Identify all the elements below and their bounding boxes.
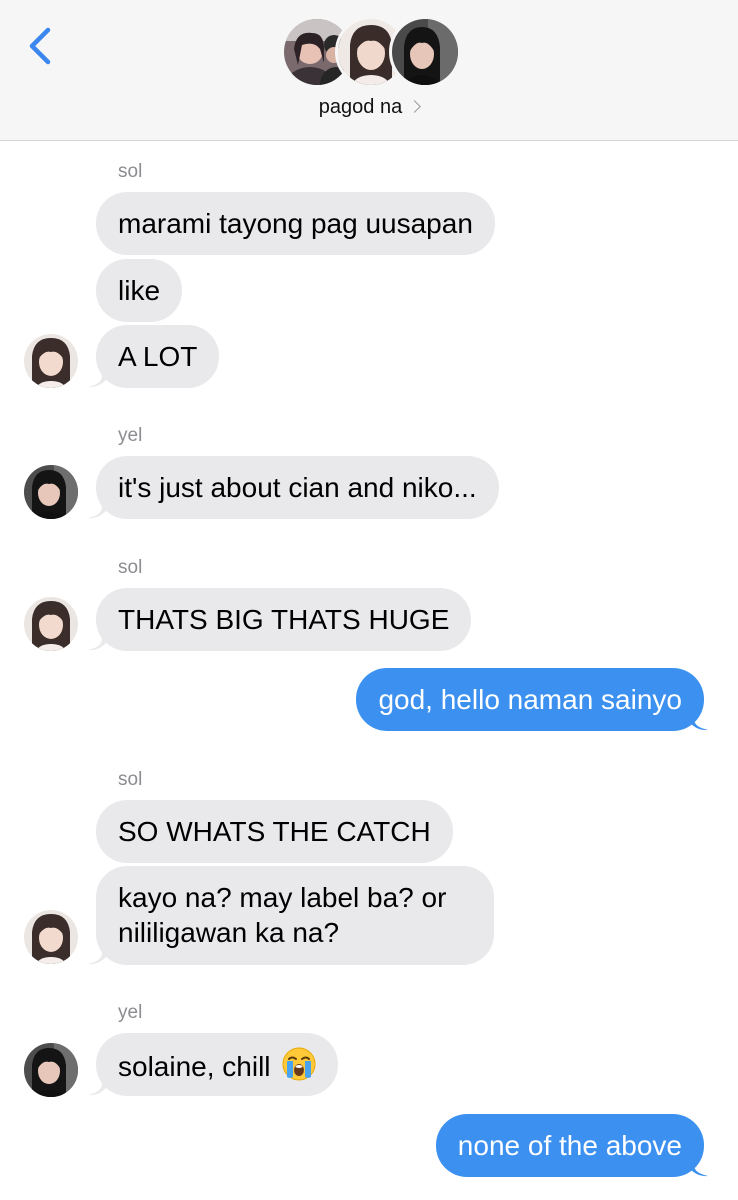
chevron-right-icon bbox=[408, 100, 422, 113]
message-text: solaine, chill bbox=[118, 1051, 271, 1082]
message-bubble-incoming[interactable]: kayo na? may label ba? or nililigawan ka… bbox=[96, 866, 494, 965]
sender-label: sol bbox=[118, 161, 143, 182]
message-text: marami tayong pag uusapan bbox=[118, 208, 473, 239]
message-bubble-incoming[interactable]: marami tayong pag uusapan bbox=[96, 192, 495, 255]
message-bubble-incoming[interactable]: like bbox=[96, 259, 183, 322]
group-name-button[interactable]: pagod na bbox=[0, 96, 738, 119]
avatar-yel[interactable] bbox=[24, 1043, 78, 1097]
back-button[interactable] bbox=[22, 22, 62, 70]
avatar-sol[interactable] bbox=[24, 910, 78, 964]
message-text: A LOT bbox=[118, 341, 198, 372]
message-text: THATS BIG THATS HUGE bbox=[118, 604, 450, 635]
group-member-avatar bbox=[389, 16, 461, 88]
sender-label: sol bbox=[118, 769, 143, 790]
message-text: like bbox=[118, 275, 161, 306]
message-bubble-outgoing[interactable]: god, hello naman sainyo bbox=[356, 668, 704, 731]
message-text: it's just about cian and niko... bbox=[118, 472, 477, 503]
message-bubble-incoming[interactable]: SO WHATS THE CATCH bbox=[96, 800, 453, 863]
group-name-label: pagod na bbox=[318, 96, 403, 118]
message-text: god, hello naman sainyo bbox=[378, 684, 682, 715]
sender-label: sol bbox=[118, 557, 143, 578]
message-text: SO WHATS THE CATCH bbox=[118, 816, 431, 847]
message-bubble-outgoing[interactable]: none of the above bbox=[435, 1114, 704, 1177]
avatar-sol[interactable] bbox=[24, 597, 78, 651]
message-text: none of the above bbox=[457, 1130, 682, 1161]
bubble-tail bbox=[690, 1157, 708, 1177]
avatar-sol[interactable] bbox=[24, 334, 78, 388]
loudly-crying-face-icon bbox=[282, 1047, 316, 1081]
bubble-tail bbox=[88, 499, 106, 519]
conversation-header: pagod na bbox=[0, 0, 738, 141]
group-avatars[interactable] bbox=[281, 16, 461, 90]
message-bubble-incoming[interactable]: THATS BIG THATS HUGE bbox=[96, 588, 472, 651]
bubble-tail bbox=[88, 1076, 106, 1096]
bubble-tail bbox=[88, 368, 106, 388]
sender-label: yel bbox=[118, 1002, 143, 1023]
bubble-tail bbox=[88, 631, 106, 651]
sender-label: yel bbox=[118, 425, 143, 446]
bubble-tail bbox=[88, 945, 106, 965]
chevron-left-icon bbox=[29, 27, 51, 65]
message-bubble-incoming[interactable]: solaine, chill bbox=[96, 1033, 339, 1096]
message-bubble-incoming[interactable]: it's just about cian and niko... bbox=[96, 456, 499, 519]
avatar-yel[interactable] bbox=[24, 465, 78, 519]
message-bubble-incoming[interactable]: A LOT bbox=[96, 325, 220, 388]
bubble-tail bbox=[690, 711, 708, 731]
message-text: kayo na? may label ba? or nililigawan ka… bbox=[118, 882, 447, 948]
